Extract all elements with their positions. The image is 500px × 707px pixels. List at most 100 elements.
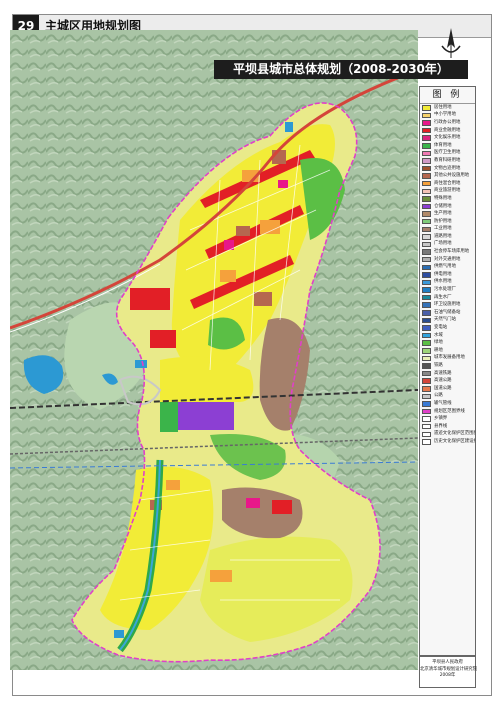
legend-swatch [422, 355, 431, 362]
legend-item: 污水处理厂 [420, 286, 475, 294]
legend-swatch [422, 105, 431, 111]
legend-item: 天然气门站 [420, 317, 475, 325]
legend-label: 输气管线 [434, 400, 452, 406]
legend-label: 工业用地 [434, 226, 452, 232]
legend-swatch [422, 370, 431, 377]
legend-item: 铁路 [420, 362, 475, 370]
legend-label: 历史文化保护区建设控制地带界线 [434, 438, 475, 444]
legend-item: 供燃气用地 [420, 263, 475, 271]
legend-swatch [422, 218, 431, 225]
legend-label: 公路 [434, 393, 443, 399]
utility-site [114, 630, 124, 638]
legend-label: 绿地 [434, 340, 443, 346]
legend-item: 供水用地 [420, 279, 475, 287]
legend-swatch [422, 272, 431, 278]
legend-item: 行政办公用地 [420, 119, 475, 127]
credit-box: 平坝县人民政府 北京清华城市规划设计研究院 2008年 [419, 656, 477, 688]
legend-swatch [422, 294, 431, 301]
legend-item: 国道公路 [420, 385, 475, 393]
legend-label: 行政办公用地 [434, 119, 461, 125]
legend-swatch [422, 112, 431, 119]
legend-swatch [422, 249, 431, 255]
legend-item: 高速公路 [420, 377, 475, 385]
legend-swatch [422, 317, 431, 324]
legend-label: 商业旅游用地 [434, 188, 461, 194]
legend-label: 居住用地 [434, 104, 452, 110]
legend-item: 公路 [420, 393, 475, 401]
legend-swatch [422, 287, 431, 293]
legend-item: 历史文化保护区建设控制地带界线 [420, 438, 475, 446]
legend-swatch [422, 348, 431, 354]
legend-item: 耕地 [420, 347, 475, 355]
legend-swatch [422, 279, 431, 286]
legend-swatch [422, 135, 431, 141]
legend-label: 耕地 [434, 347, 443, 353]
commercial-block [150, 330, 176, 348]
legend-swatch [422, 188, 431, 195]
legend-item: 仓储用地 [420, 203, 475, 211]
plan-title: 平坝县城市总体规划 [233, 62, 342, 76]
legend-label: 供燃气用地 [434, 264, 456, 270]
legend-item: 生产用地 [420, 210, 475, 218]
legend-swatch [422, 165, 431, 172]
green-strip [160, 402, 178, 432]
legend-label: 遗迹文化保护区范围界线 [434, 431, 475, 437]
legend-label: 高速铁路 [434, 370, 452, 376]
legend-item: 城市发展备用地 [420, 355, 475, 363]
legend-swatch [422, 211, 431, 217]
legend-item: 文化娱乐用地 [420, 134, 475, 142]
mixed-use-south [166, 480, 180, 490]
legend-swatch [422, 256, 431, 263]
legend-swatch [422, 173, 431, 179]
legend-label: 水域 [434, 332, 443, 338]
legend-item: 县界线 [420, 423, 475, 431]
legend-label: 商业金融用地 [434, 127, 461, 133]
legend-item: 环卫设施用地 [420, 301, 475, 309]
legend-list: 居住用地 中小学用地 行政办公用地 商业金融用地 文化娱乐用地 体育用地 医疗卫生用地 教育科… [420, 104, 475, 446]
legend-swatch [422, 401, 431, 407]
mixed-use-block [220, 270, 236, 282]
legend-label: 规划区范围界线 [434, 408, 465, 414]
legend-label: 环卫设施用地 [434, 302, 461, 308]
legend-label: 高速公路 [434, 378, 452, 384]
legend-item: 道路用地 [420, 233, 475, 241]
mixed-use-block [260, 220, 280, 234]
legend-title: 图 例 [420, 87, 475, 104]
legend-label: 城市发展备用地 [434, 355, 465, 361]
legend-item: 其他公共设施用地 [420, 172, 475, 180]
legend-item: 绿地 [420, 339, 475, 347]
legend-swatch [422, 378, 431, 384]
legend-swatch [422, 234, 431, 240]
legend-label: 教育科研用地 [434, 157, 461, 163]
legend-item: 体育用地 [420, 142, 475, 150]
legend-swatch [422, 416, 431, 422]
legend-item: 商业金融用地 [420, 127, 475, 135]
public-facility-block [236, 226, 250, 236]
legend-label: 商住混合用地 [434, 180, 461, 186]
mixed-use-south [210, 570, 232, 582]
legend-label: 污水处理厂 [434, 287, 456, 293]
legend-label: 县界线 [434, 423, 448, 429]
admin-south [246, 498, 260, 508]
admin-block [278, 180, 288, 188]
legend-label: 医疗卫生用地 [434, 150, 461, 156]
land-use-map[interactable] [10, 30, 418, 670]
legend-label: 石油气储备站 [434, 309, 461, 315]
legend-swatch [422, 158, 431, 164]
legend-swatch [422, 393, 431, 400]
legend-label: 广场用地 [434, 241, 452, 247]
legend-label: 生产用地 [434, 211, 452, 217]
legend-label: 乡镇界 [434, 416, 448, 422]
legend-swatch [422, 310, 431, 316]
legend-label: 文物古迹用地 [434, 165, 461, 171]
plan-period: （2008-2030年） [341, 62, 449, 76]
legend-item: 高速铁路 [420, 370, 475, 378]
legend-swatch [422, 325, 431, 331]
legend-swatch [422, 423, 431, 430]
legend-swatch [422, 120, 431, 126]
legend-item: 广场用地 [420, 241, 475, 249]
legend-label: 文化娱乐用地 [434, 135, 461, 141]
legend-swatch [422, 340, 431, 346]
legend-label: 特殊用地 [434, 195, 452, 201]
legend-item: 居住用地 [420, 104, 475, 112]
